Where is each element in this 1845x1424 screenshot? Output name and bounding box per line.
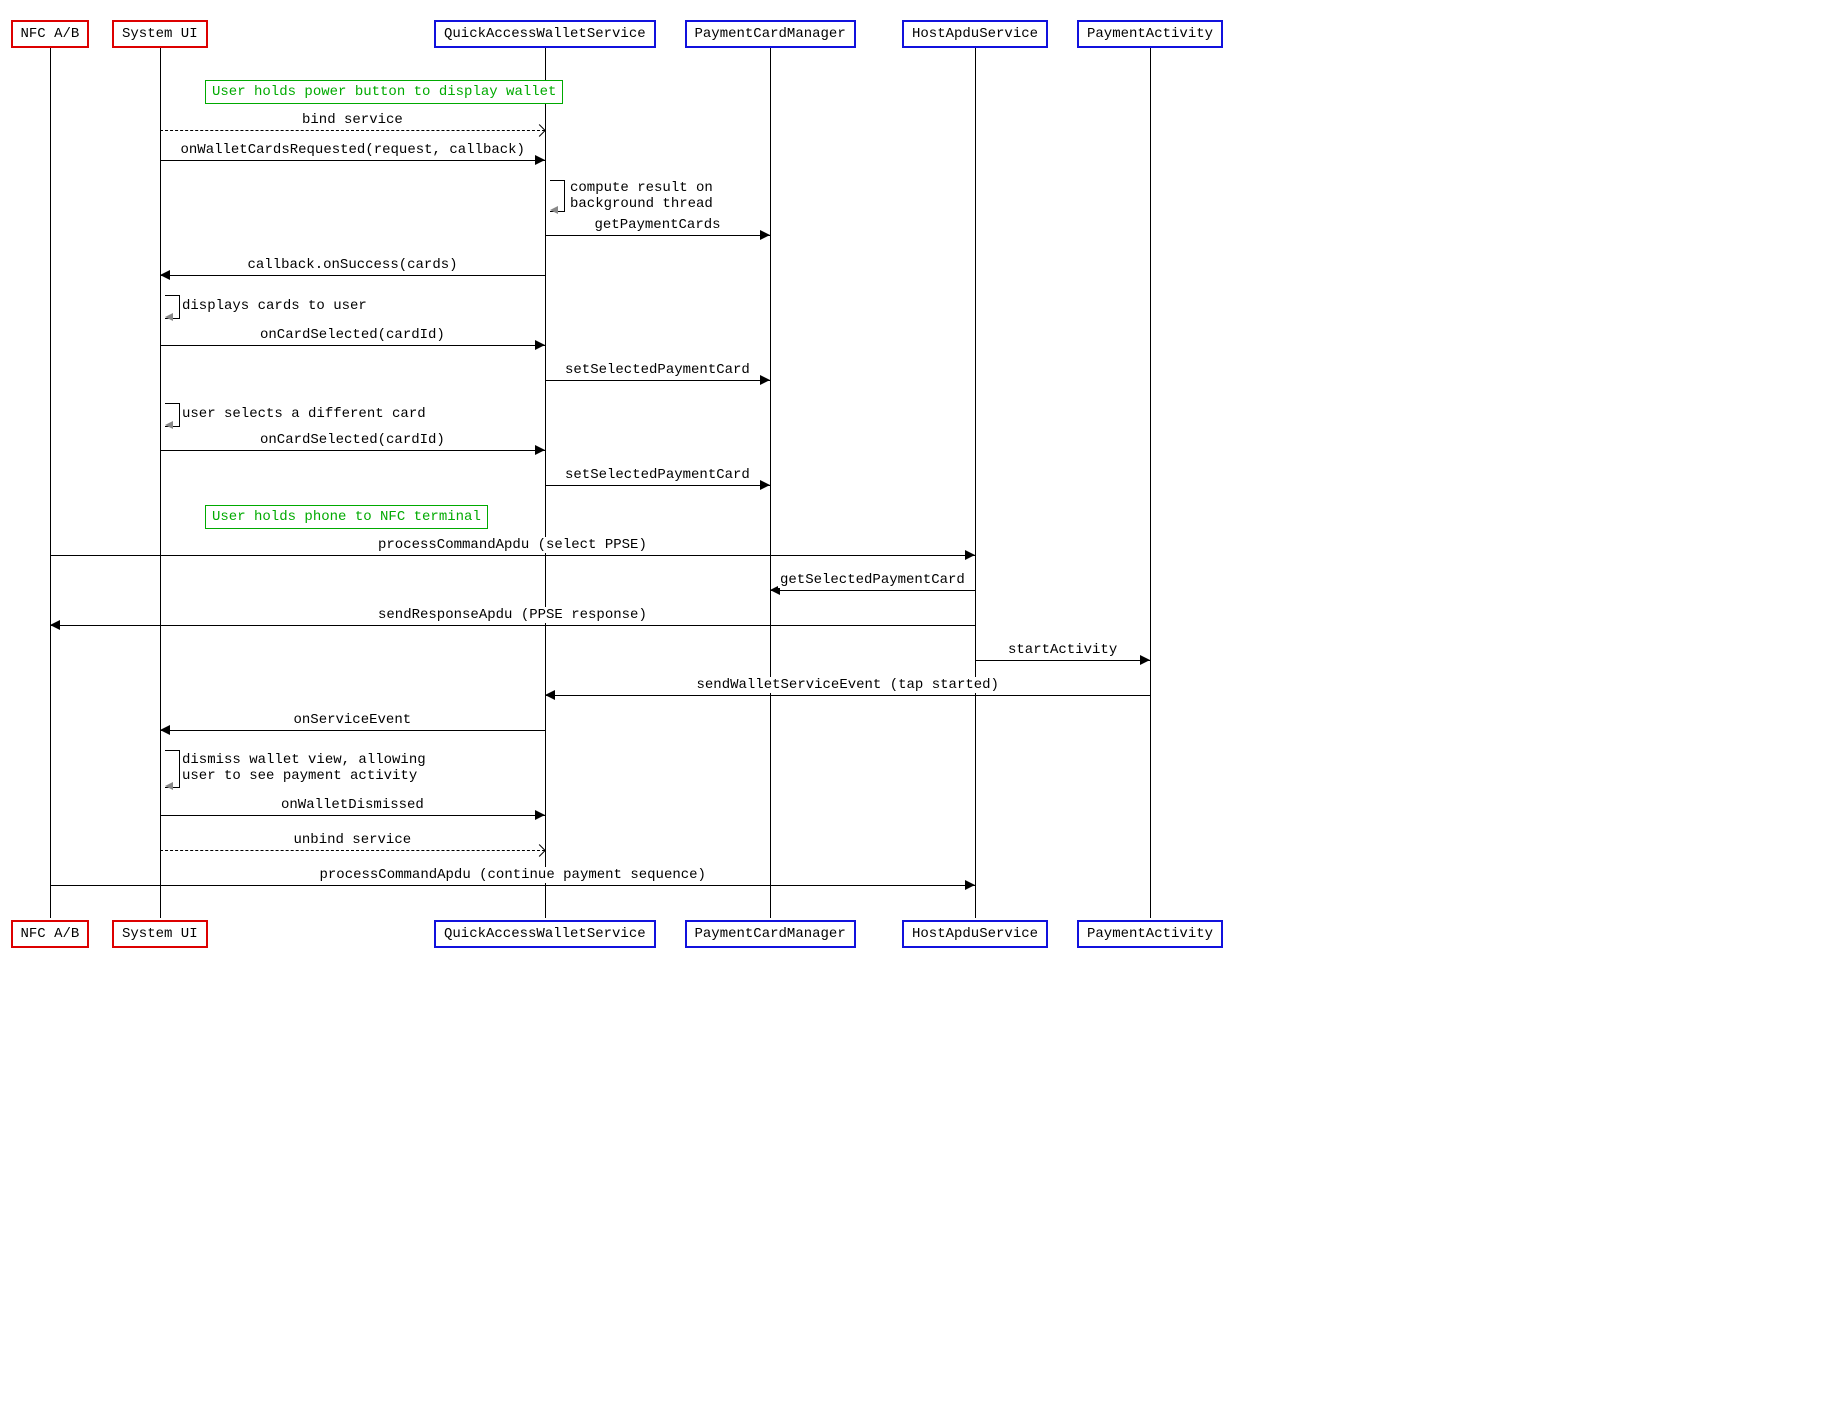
arrow-label-a16: unbind service [292,832,414,848]
lifeline-pcm [770,44,771,918]
participant-bottom-qaws: QuickAccessWalletService [434,920,656,948]
participant-sysui: System UI [112,20,208,48]
arrow-label-a13: sendWalletServiceEvent (tap started) [695,677,1001,693]
self-label-s1: compute result onbackground thread [570,180,713,212]
arrow-label-a5: onCardSelected(cardId) [258,327,447,343]
arrow-a16 [160,850,545,851]
lifeline-has [975,44,976,918]
arrow-a17 [50,885,975,886]
participant-pcm: PaymentCardManager [685,20,856,48]
lifeline-sysui [160,44,161,918]
arrow-a1 [160,130,545,131]
lifeline-pact [1150,44,1151,918]
arrow-label-a6: setSelectedPaymentCard [563,362,752,378]
lifeline-nfc [50,44,51,918]
sequence-diagram: NFC A/B NFC A/B System UI System UI QuickAcc… [10,10,1240,970]
arrow-a4 [160,275,545,276]
arrow-label-a17: processCommandApdu (continue payment seq… [318,867,708,883]
lifeline-qaws [545,44,546,918]
arrow-label-a14: onServiceEvent [292,712,414,728]
arrow-a11 [50,625,975,626]
participant-bottom-pact: PaymentActivity [1077,920,1223,948]
note2: User holds phone to NFC terminal [205,505,488,529]
arrow-a8 [545,485,770,486]
arrow-label-a11: sendResponseApdu (PPSE response) [376,607,649,623]
arrow-a3 [545,235,770,236]
arrow-label-a1: bind service [300,112,405,128]
arrow-a13 [545,695,1150,696]
participant-qaws: QuickAccessWalletService [434,20,656,48]
self-label-s4: dismiss wallet view, allowinguser to see… [182,752,426,784]
arrow-a15 [160,815,545,816]
self-label-s3: user selects a different card [182,406,426,422]
arrow-label-a9: processCommandApdu (select PPSE) [376,537,649,553]
participant-bottom-nfc: NFC A/B [11,920,90,948]
arrow-label-a7: onCardSelected(cardId) [258,432,447,448]
arrow-a5 [160,345,545,346]
participant-pact: PaymentActivity [1077,20,1223,48]
arrow-label-a3: getPaymentCards [593,217,723,233]
arrow-a14 [160,730,545,731]
arrow-label-a12: startActivity [1006,642,1119,658]
arrow-a9 [50,555,975,556]
arrow-label-a2: onWalletCardsRequested(request, callback… [179,142,527,158]
note1: User holds power button to display walle… [205,80,563,104]
self-label-s2: displays cards to user [182,298,367,314]
arrow-a7 [160,450,545,451]
participant-bottom-has: HostApduService [902,920,1048,948]
arrow-label-a10: getSelectedPaymentCard [778,572,967,588]
arrow-label-a8: setSelectedPaymentCard [563,467,752,483]
participant-nfc: NFC A/B [11,20,90,48]
arrow-label-a15: onWalletDismissed [279,797,426,813]
arrow-a10 [770,590,975,591]
participant-has: HostApduService [902,20,1048,48]
participant-bottom-sysui: System UI [112,920,208,948]
arrow-a2 [160,160,545,161]
arrow-label-a4: callback.onSuccess(cards) [246,257,460,273]
participant-bottom-pcm: PaymentCardManager [685,920,856,948]
arrow-a12 [975,660,1150,661]
arrow-a6 [545,380,770,381]
